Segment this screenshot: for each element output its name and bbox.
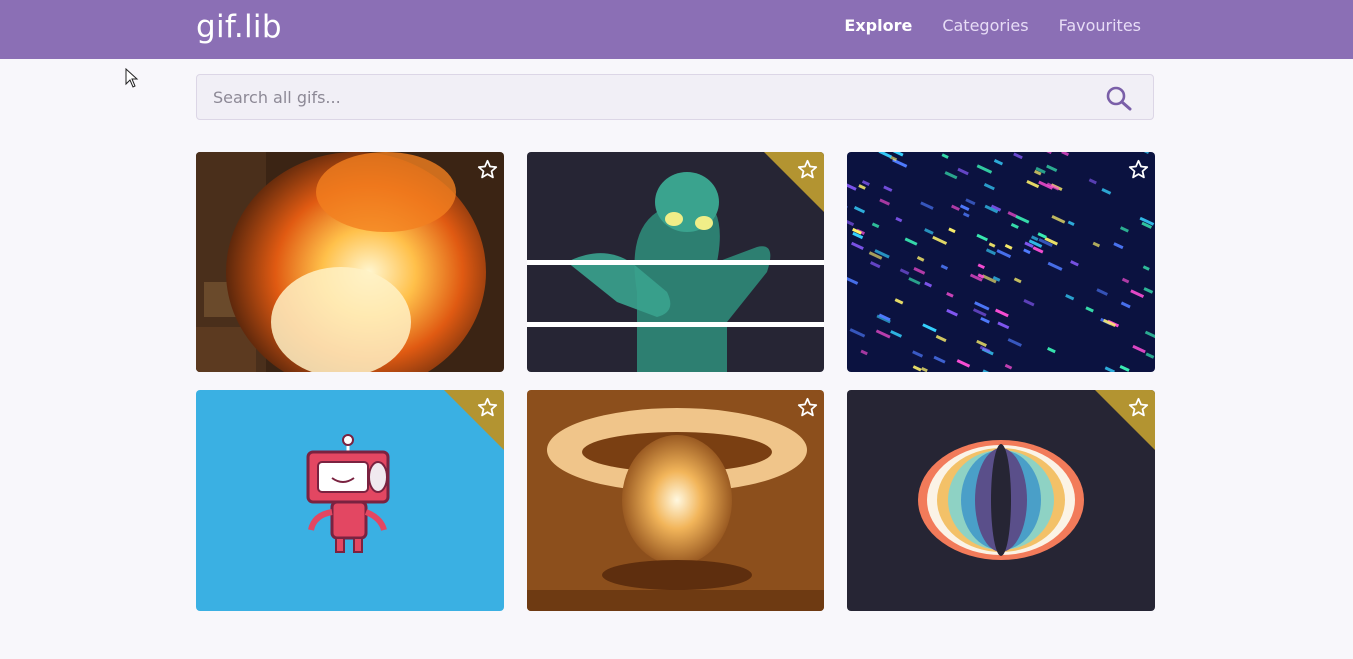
nav-categories[interactable]: Categories [942,16,1028,35]
favourite-star-icon[interactable] [797,397,818,418]
gif-card[interactable] [847,390,1155,611]
mouse-cursor-icon [125,68,139,88]
gif-card[interactable] [527,390,824,611]
main-nav: Explore Categories Favourites [844,16,1141,35]
favourite-star-icon[interactable] [477,397,498,418]
gif-image [527,390,824,611]
gif-image [847,152,1155,372]
gif-card[interactable] [196,390,504,611]
favourite-star-icon[interactable] [797,159,818,180]
top-navbar: gif.lib Explore Categories Favourites [0,0,1353,59]
search-icon[interactable] [1105,85,1133,111]
nav-favourites[interactable]: Favourites [1059,16,1141,35]
favourite-star-icon[interactable] [477,159,498,180]
nav-explore[interactable]: Explore [844,16,912,35]
search-input[interactable] [197,75,1109,119]
favourite-star-icon[interactable] [1128,397,1149,418]
gif-image [196,152,504,372]
favourite-star-icon[interactable] [1128,159,1149,180]
gif-card[interactable] [196,152,504,372]
gif-card[interactable] [527,152,824,372]
app-logo[interactable]: gif.lib [196,7,282,47]
search-bar [196,74,1154,120]
gif-card[interactable] [847,152,1155,372]
